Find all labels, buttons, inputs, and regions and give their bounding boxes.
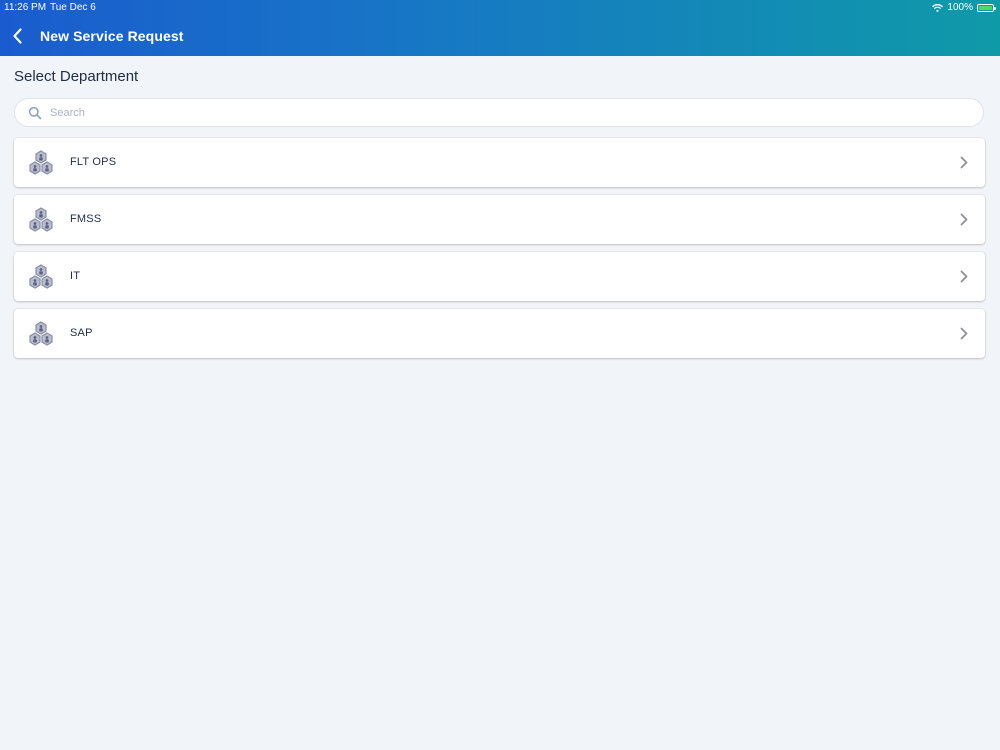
- status-time: 11:26 PM: [4, 2, 47, 13]
- department-label: FLT OPS: [70, 156, 117, 168]
- back-button[interactable]: [6, 24, 28, 48]
- chevron-right-icon: [960, 213, 968, 226]
- search-bar[interactable]: [14, 98, 984, 127]
- department-label: SAP: [70, 327, 93, 339]
- search-icon: [28, 106, 42, 120]
- header: 11:26 PM Tue Dec 6 100% New Service Requ…: [0, 0, 1000, 56]
- department-icon: [29, 321, 53, 346]
- status-date: Tue Dec 6: [50, 2, 96, 13]
- page-title: New Service Request: [40, 28, 184, 44]
- search-input[interactable]: [48, 105, 952, 120]
- department-icon: [29, 150, 53, 175]
- chevron-right-icon: [960, 270, 968, 283]
- list-item[interactable]: FMSS: [14, 195, 985, 244]
- department-label: IT: [70, 270, 81, 282]
- wifi-icon: [932, 3, 944, 12]
- battery-percent: 100%: [947, 2, 973, 13]
- department-label: FMSS: [70, 213, 102, 225]
- chevron-left-icon: [12, 28, 22, 44]
- status-right: 100%: [932, 2, 996, 13]
- list-item[interactable]: FLT OPS: [14, 138, 985, 187]
- battery-icon: [977, 3, 996, 12]
- list-item[interactable]: SAP: [14, 309, 985, 358]
- section-title: Select Department: [14, 68, 139, 85]
- department-icon: [29, 207, 53, 232]
- department-icon: [29, 264, 53, 289]
- status-bar: 11:26 PM Tue Dec 6 100%: [0, 0, 1000, 15]
- department-list: FLT OPS FMSS IT SAP: [14, 138, 985, 366]
- chevron-right-icon: [960, 156, 968, 169]
- chevron-right-icon: [960, 327, 968, 340]
- list-item[interactable]: IT: [14, 252, 985, 301]
